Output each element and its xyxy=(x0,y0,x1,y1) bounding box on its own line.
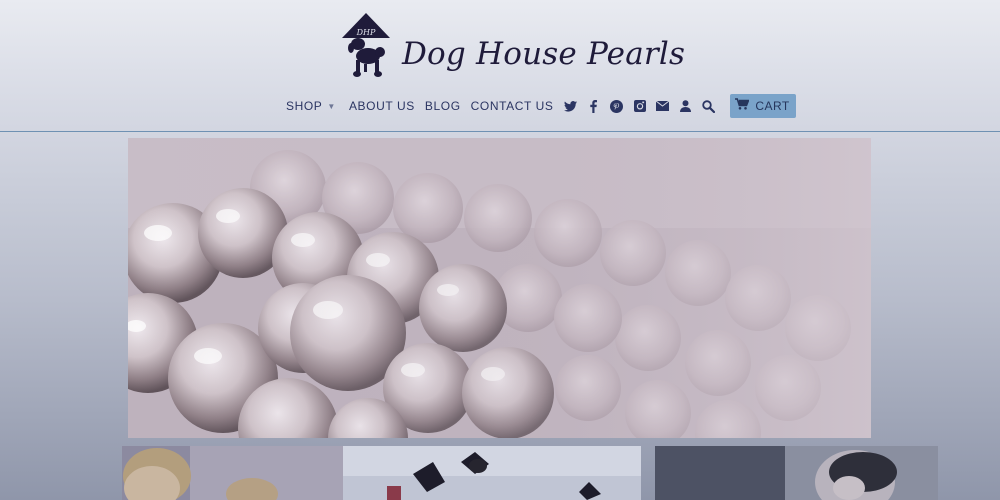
search-icon[interactable] xyxy=(702,99,716,113)
nav-shop[interactable]: SHOP ▼ xyxy=(286,99,336,113)
cart-button[interactable]: CART xyxy=(729,94,796,118)
collection-tile-2[interactable] xyxy=(343,446,641,500)
facebook-icon[interactable] xyxy=(587,99,601,113)
user-icon[interactable] xyxy=(679,99,693,113)
poodle-house-logo-icon: DHP xyxy=(342,13,390,77)
brand-logo[interactable]: DHP Dog House Pearls xyxy=(342,12,685,82)
brand-name: Dog House Pearls xyxy=(402,36,686,72)
cart-label: CART xyxy=(755,99,790,113)
svg-text:DHP: DHP xyxy=(356,28,376,37)
collection-tile-1[interactable] xyxy=(122,446,343,500)
twitter-icon[interactable] xyxy=(564,99,578,113)
main-nav: SHOP ▼ ABOUT US BLOG CONTACT US CART xyxy=(286,94,796,118)
nav-contact[interactable]: CONTACT US xyxy=(471,99,554,113)
chevron-down-icon: ▼ xyxy=(327,102,336,111)
hero-banner-pearls-image[interactable] xyxy=(128,138,871,438)
nav-shop-label: SHOP xyxy=(286,99,323,113)
instagram-icon[interactable] xyxy=(633,99,647,113)
cart-icon xyxy=(735,97,750,115)
site-header: DHP Dog House Pearls SHOP ▼ ABOUT US BLOG… xyxy=(0,0,1000,131)
nav-about[interactable]: ABOUT US xyxy=(349,99,415,113)
collection-tile-3[interactable] xyxy=(655,446,938,500)
header-divider xyxy=(0,131,1000,132)
nav-blog[interactable]: BLOG xyxy=(425,99,461,113)
pinterest-icon[interactable] xyxy=(610,99,624,113)
mail-icon[interactable] xyxy=(656,99,670,113)
